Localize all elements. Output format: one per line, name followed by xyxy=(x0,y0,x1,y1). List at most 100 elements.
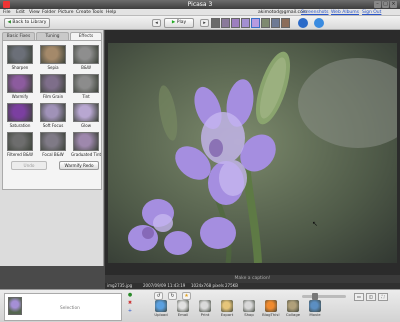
effect-film-grain[interactable]: Film Grain xyxy=(38,73,68,101)
filmstrip-thumb[interactable] xyxy=(211,18,220,28)
effect-thumbnail xyxy=(40,45,66,64)
menu-tools[interactable]: Tools xyxy=(92,9,103,16)
previous-photo-button[interactable]: ◂ xyxy=(152,19,161,27)
arrow-right-icon: ▸ xyxy=(203,20,206,26)
filmstrip-thumb-selected[interactable] xyxy=(251,18,260,28)
effect-label: Glow xyxy=(81,123,91,128)
blogthis-label: BlogThis! xyxy=(262,312,280,317)
effect-bw[interactable]: B&W xyxy=(71,44,101,72)
fit-view-button[interactable]: ▭ xyxy=(354,293,364,301)
upload-label: Upload xyxy=(154,312,168,317)
filmstrip-thumb[interactable] xyxy=(271,18,280,28)
effect-graduated-tint[interactable]: Graduated Tint xyxy=(71,131,101,159)
bottom-tray: Selection ● ✖ + ↺ ↻ ★ Upload Email Print… xyxy=(0,289,400,322)
maximize-icon[interactable]: □ xyxy=(382,1,389,8)
compare-view-button[interactable]: ◫ xyxy=(366,293,376,301)
menu-file[interactable]: File xyxy=(3,9,11,16)
collage-icon xyxy=(287,300,299,312)
print-label: Print xyxy=(200,312,210,317)
add-to-album-icon[interactable]: + xyxy=(126,308,134,315)
effect-label: Graduated Tint xyxy=(71,152,102,157)
collage-label: Collage xyxy=(285,312,301,317)
full-screen-button[interactable]: ⛶ xyxy=(378,293,388,301)
effect-thumbnail xyxy=(73,103,99,122)
filmstrip-thumb[interactable] xyxy=(261,18,270,28)
geotag-icon[interactable] xyxy=(314,18,324,28)
full-screen-icon: ⛶ xyxy=(381,294,385,299)
effect-thumbnail xyxy=(7,74,33,93)
next-photo-button[interactable]: ▸ xyxy=(200,19,209,27)
effect-sharpen[interactable]: Sharpen xyxy=(5,44,35,72)
upload-button[interactable]: Upload xyxy=(150,300,172,322)
photo[interactable]: ↖ xyxy=(108,43,397,263)
upload-icon xyxy=(155,300,167,312)
clear-tray-icon[interactable]: ✖ xyxy=(126,300,134,307)
blogthis-button[interactable]: BlogThis! xyxy=(260,300,282,322)
collage-button[interactable]: Collage xyxy=(282,300,304,322)
redo-button[interactable]: Warmify Redo xyxy=(59,161,99,170)
blogger-icon xyxy=(265,300,277,312)
tab-tuning[interactable]: Tuning xyxy=(36,32,69,40)
menu-bar: File Edit View Folder Picture Create Too… xyxy=(0,9,400,16)
star-icon[interactable] xyxy=(298,18,308,28)
print-button[interactable]: Print xyxy=(194,300,216,322)
tray-thumbnail[interactable] xyxy=(8,297,22,315)
title-bar: Picasa 3 – □ × xyxy=(0,0,400,9)
tray-label: Selection xyxy=(60,306,80,311)
hold-icon[interactable]: ● xyxy=(126,292,134,299)
play-slideshow-button[interactable]: ▶ Play xyxy=(164,18,194,28)
web-albums-link[interactable]: Web Albums xyxy=(331,9,359,16)
account-email: akimotod@gmail.com xyxy=(258,10,308,15)
filmstrip-thumb[interactable] xyxy=(221,18,230,28)
menu-create[interactable]: Create xyxy=(76,9,91,16)
caption-input[interactable]: Make a caption! xyxy=(105,275,400,283)
star-button[interactable]: ★ xyxy=(182,292,191,300)
rotate-left-button[interactable]: ↺ xyxy=(154,292,163,300)
tab-effects[interactable]: Effects xyxy=(70,32,102,40)
shop-icon xyxy=(243,300,255,312)
sign-out-link[interactable]: Sign Out xyxy=(362,9,381,16)
filmstrip-thumb[interactable] xyxy=(241,18,250,28)
movie-button[interactable]: Movie xyxy=(304,300,326,322)
effect-glow[interactable]: Glow xyxy=(71,102,101,130)
effect-saturation[interactable]: Saturation xyxy=(5,102,35,130)
effect-thumbnail xyxy=(73,45,99,64)
filmstrip-thumb[interactable] xyxy=(281,18,290,28)
menu-edit[interactable]: Edit xyxy=(16,9,25,16)
edit-panel: Basic Fixes Tuning Effects Sharpen Sepia… xyxy=(0,30,104,266)
back-to-library-label: Back to Library xyxy=(12,20,47,25)
window-title: Picasa 3 xyxy=(187,1,213,8)
tab-basic-fixes[interactable]: Basic Fixes xyxy=(2,32,35,40)
effect-label: Focal B&W xyxy=(42,152,64,157)
close-icon[interactable]: × xyxy=(390,1,397,8)
rotate-right-button[interactable]: ↻ xyxy=(168,292,177,300)
menu-help[interactable]: Help xyxy=(106,9,116,16)
effect-tint[interactable]: Tint xyxy=(71,73,101,101)
menu-picture[interactable]: Picture xyxy=(58,9,73,16)
effect-thumbnail xyxy=(40,74,66,93)
star-icon: ★ xyxy=(184,293,189,299)
export-button[interactable]: Export xyxy=(216,300,238,322)
effect-thumbnail xyxy=(40,132,66,151)
filmstrip-thumb[interactable] xyxy=(231,18,240,28)
email-button[interactable]: Email xyxy=(172,300,194,322)
minimize-icon[interactable]: – xyxy=(374,1,381,8)
effect-sepia[interactable]: Sepia xyxy=(38,44,68,72)
effect-soft-focus[interactable]: Soft Focus xyxy=(38,102,68,130)
effect-warmify[interactable]: Warmify xyxy=(5,73,35,101)
shop-button[interactable]: Shop xyxy=(238,300,260,322)
screenshots-link[interactable]: Screenshots xyxy=(301,9,329,16)
menu-view[interactable]: View xyxy=(29,9,40,16)
zoom-slider[interactable] xyxy=(302,293,346,300)
menu-folder[interactable]: Folder xyxy=(42,9,56,16)
back-to-library-button[interactable]: ◀ Back to Library xyxy=(4,18,50,28)
effect-label: Saturation xyxy=(9,123,31,128)
effect-focal-bw[interactable]: Focal B&W xyxy=(38,131,68,159)
zoom-slider-handle[interactable] xyxy=(311,293,318,300)
effect-thumbnail xyxy=(40,103,66,122)
undo-button[interactable]: Undo xyxy=(11,161,47,170)
play-label: Play xyxy=(176,20,187,25)
effect-filtered-bw[interactable]: Filtered B&W xyxy=(5,131,35,159)
email-icon xyxy=(177,300,189,312)
effect-thumbnail xyxy=(73,74,99,93)
